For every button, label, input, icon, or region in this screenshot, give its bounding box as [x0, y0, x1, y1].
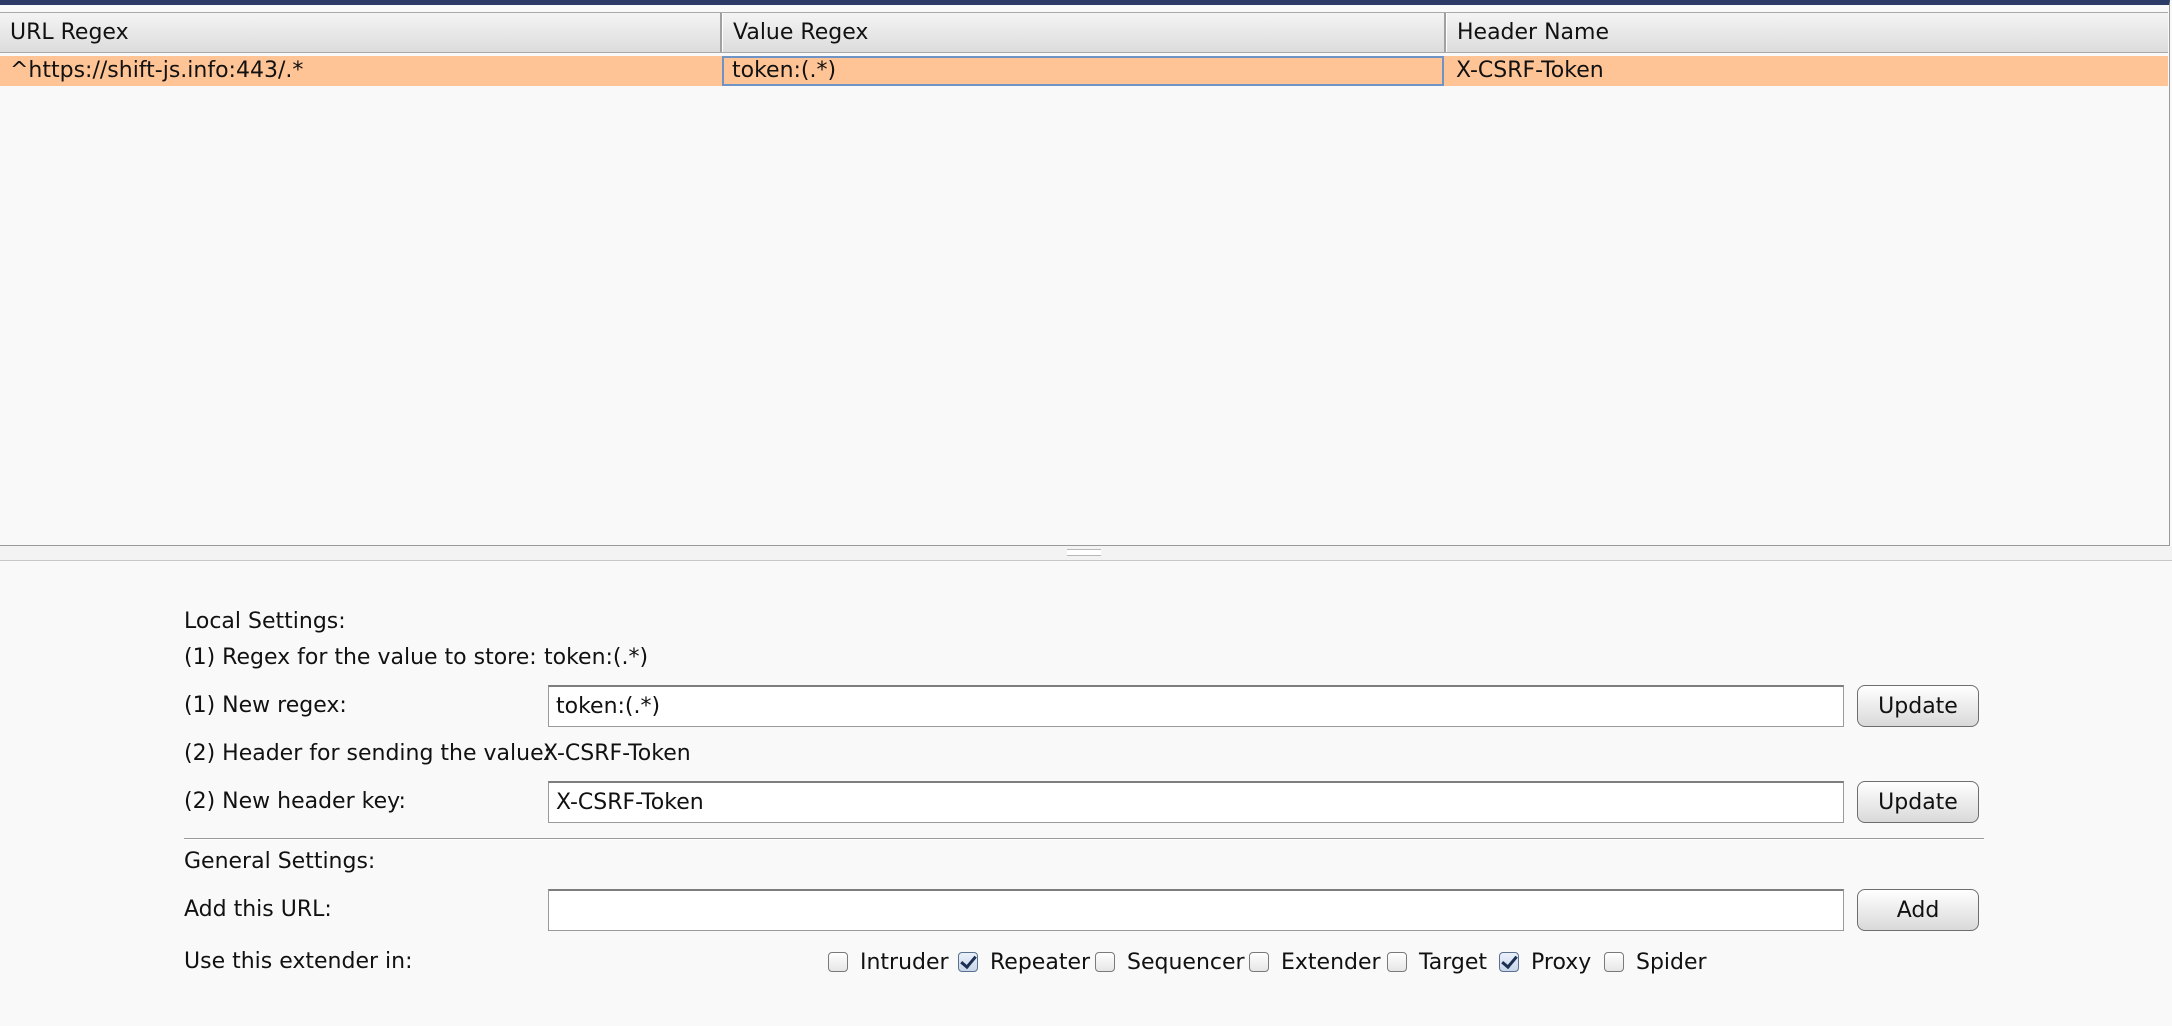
use-extender-label: Use this extender in: — [184, 949, 413, 974]
column-header-value-regex[interactable]: Value Regex — [723, 13, 1443, 52]
column-header-header-name[interactable]: Header Name — [1447, 13, 2167, 52]
checkbox-label-repeater: Repeater — [990, 949, 1091, 975]
new-regex-label: (1) New regex: — [184, 693, 347, 718]
column-header-url-regex[interactable]: URL Regex — [0, 13, 720, 52]
checkbox-spider[interactable] — [1604, 952, 1624, 972]
general-settings-heading: General Settings: — [184, 849, 376, 874]
checkbox-sequencer[interactable] — [1095, 952, 1115, 972]
regex-store-label: (1) Regex for the value to store: — [184, 645, 537, 670]
new-regex-input[interactable] — [548, 685, 1844, 727]
new-header-label: (2) New header key: — [184, 789, 406, 814]
header-send-value: X-CSRF-Token — [543, 741, 691, 766]
update-regex-button[interactable]: Update — [1857, 685, 1979, 727]
tool-toggle-proxy[interactable]: Proxy — [1499, 948, 1591, 976]
regex-store-value: token:(.*) — [544, 645, 649, 670]
checkbox-proxy[interactable] — [1499, 952, 1519, 972]
cell-value-regex[interactable]: token:(.*) — [722, 56, 1444, 86]
new-header-input[interactable] — [548, 781, 1844, 823]
split-pane-divider[interactable] — [0, 546, 2172, 561]
local-settings-heading: Local Settings: — [184, 609, 346, 634]
checkbox-label-intruder: Intruder — [860, 949, 949, 975]
table-row[interactable]: ^https://shift-js.info:443/.* token:(.*)… — [0, 56, 2168, 86]
checkbox-extender[interactable] — [1249, 952, 1269, 972]
splitter-grip-icon[interactable] — [1067, 549, 1101, 556]
add-url-button[interactable]: Add — [1857, 889, 1979, 931]
add-url-label: Add this URL: — [184, 897, 332, 922]
add-url-input[interactable] — [548, 889, 1844, 931]
update-header-button[interactable]: Update — [1857, 781, 1979, 823]
checkbox-label-target: Target — [1419, 949, 1488, 975]
rules-table-panel: URL Regex Value Regex Header Name ^https… — [0, 0, 2170, 546]
checkbox-repeater[interactable] — [958, 952, 978, 972]
checkbox-target[interactable] — [1387, 952, 1407, 972]
tool-toggle-extender[interactable]: Extender — [1249, 948, 1381, 976]
checkbox-intruder[interactable] — [828, 952, 848, 972]
checkbox-label-proxy: Proxy — [1531, 949, 1592, 975]
tool-toggle-spider[interactable]: Spider — [1604, 948, 1707, 976]
cell-url-regex[interactable]: ^https://shift-js.info:443/.* — [0, 56, 722, 86]
table-header: URL Regex Value Regex Header Name — [0, 12, 2168, 53]
tool-toggle-intruder[interactable]: Intruder — [828, 948, 949, 976]
checkbox-label-extender: Extender — [1281, 949, 1381, 975]
checkbox-label-sequencer: Sequencer — [1127, 949, 1245, 975]
tool-toggle-sequencer[interactable]: Sequencer — [1095, 948, 1245, 976]
tool-toggle-repeater[interactable]: Repeater — [958, 948, 1090, 976]
tool-toggle-target[interactable]: Target — [1387, 948, 1487, 976]
checkbox-label-spider: Spider — [1636, 949, 1707, 975]
header-send-label: (2) Header for sending the value: — [184, 741, 552, 766]
cell-header-name[interactable]: X-CSRF-Token — [1446, 56, 2168, 86]
settings-divider — [184, 838, 1984, 840]
